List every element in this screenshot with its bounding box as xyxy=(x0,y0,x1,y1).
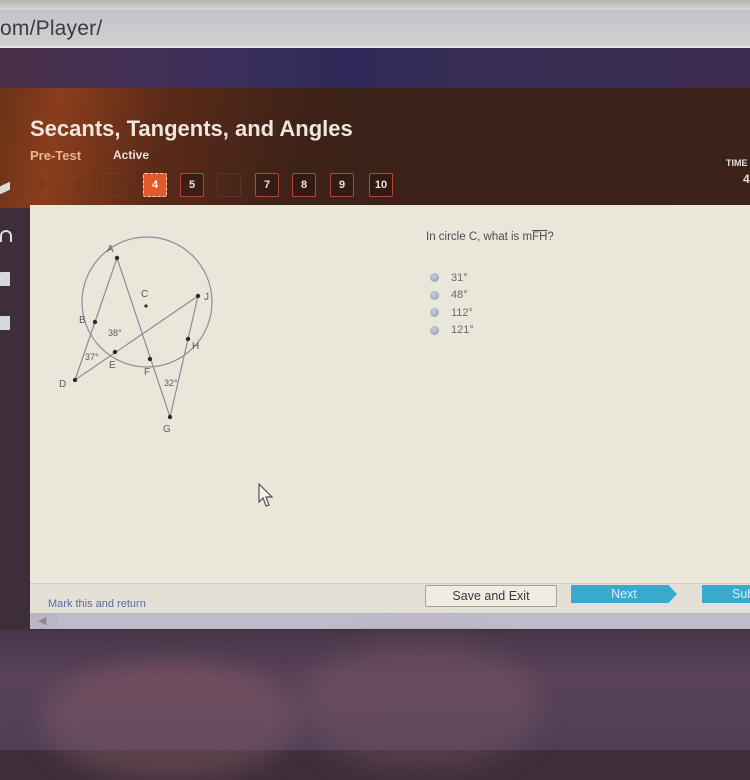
label-c: C xyxy=(141,289,148,300)
label-d: D xyxy=(59,379,66,390)
question-nav-3: 3 xyxy=(103,173,127,197)
angle-label-38: 38° xyxy=(108,328,122,338)
question-nav-10[interactable]: 10 xyxy=(369,173,393,197)
question-nav-7[interactable]: 7 xyxy=(255,173,279,197)
point-c xyxy=(144,304,148,308)
point-h xyxy=(185,336,191,342)
label-e: E xyxy=(109,360,116,371)
question-nav-8[interactable]: 8 xyxy=(292,173,316,197)
headphones-icon[interactable] xyxy=(0,230,12,242)
segment-a-g xyxy=(116,257,171,418)
save-and-exit-button[interactable]: Save and Exit xyxy=(425,585,557,607)
browser-toolbar-band xyxy=(0,48,750,90)
question-nav-2: 2 xyxy=(66,173,90,197)
option-label: 112° xyxy=(451,306,473,319)
option-label: 48° xyxy=(451,289,468,302)
question-prefix: In circle C, what is m xyxy=(426,231,533,243)
question-suffix: ? xyxy=(547,231,554,243)
label-h: H xyxy=(192,341,199,352)
question-nav-1: 1 xyxy=(30,173,54,197)
angle-label-32: 32° xyxy=(164,378,178,388)
option-label: 31° xyxy=(451,271,468,284)
next-button[interactable]: Next xyxy=(571,585,677,603)
browser-top-strip xyxy=(0,0,750,10)
scroll-left-arrow-icon[interactable]: ◀ xyxy=(38,614,46,627)
point-e xyxy=(112,349,118,355)
circle-diagram: A B C D E F G H J 38° 37° 32° xyxy=(59,236,213,435)
point-g xyxy=(167,414,173,420)
arc-label: FH xyxy=(532,231,548,243)
answer-option[interactable]: 48° xyxy=(430,287,474,305)
radio-button[interactable] xyxy=(430,273,439,283)
mark-and-return-link[interactable]: Mark this and return xyxy=(48,598,146,610)
question-nav-6: 6 xyxy=(217,173,241,197)
point-b xyxy=(92,319,98,325)
label-j: J xyxy=(204,292,209,303)
label-b: B xyxy=(79,315,86,326)
label-a: A xyxy=(107,244,114,255)
lesson-title: Secants, Tangents, and Angles xyxy=(30,116,353,141)
angle-label-37: 37° xyxy=(85,352,99,362)
app-header: Secants, Tangents, and Angles Pre-Test A… xyxy=(0,88,750,208)
answer-option[interactable]: 121° xyxy=(430,322,474,340)
radio-button[interactable] xyxy=(430,325,439,335)
submit-button[interactable]: Submit xyxy=(702,585,750,603)
point-a xyxy=(114,255,120,261)
screen-glare xyxy=(40,660,300,780)
radio-button[interactable] xyxy=(430,308,439,318)
answer-options: 31° 48° 112° 121° xyxy=(430,269,474,339)
reference-sheet-icon[interactable] xyxy=(0,316,10,330)
point-d xyxy=(72,377,78,383)
radio-button[interactable] xyxy=(430,290,439,300)
timer-label: TIME xyxy=(726,158,748,168)
address-text[interactable]: om/Player/ xyxy=(0,17,102,41)
question-nav-9[interactable]: 9 xyxy=(330,173,354,197)
address-bar[interactable]: om/Player/ xyxy=(0,10,750,48)
question-panel: A B C D E F G H J 38° 37° 32° In circle … xyxy=(30,205,750,585)
label-f: F xyxy=(144,367,150,378)
option-label: 121° xyxy=(451,324,474,337)
calculator-icon[interactable] xyxy=(0,272,10,286)
horizontal-scrollbar[interactable]: ◀ xyxy=(30,613,750,629)
segment-j-g xyxy=(169,295,199,418)
answer-option[interactable]: 112° xyxy=(430,304,474,322)
answer-option[interactable]: 31° xyxy=(430,269,474,287)
lesson-type: Pre-Test xyxy=(30,148,82,163)
question-nav-4[interactable]: 4 xyxy=(143,173,167,197)
question-text: In circle C, what is mFH? xyxy=(426,231,554,243)
mouse-pointer-icon xyxy=(258,483,274,507)
lesson-status: Active xyxy=(113,148,150,162)
point-f xyxy=(147,356,153,362)
screen-glare xyxy=(300,640,540,770)
question-nav-5[interactable]: 5 xyxy=(180,173,204,197)
scrollbar-thumb[interactable] xyxy=(58,614,750,628)
label-g: G xyxy=(163,424,171,435)
footer-bar: Mark this and return Save and Exit Next … xyxy=(30,583,750,616)
timer-value: 4 xyxy=(743,172,750,186)
point-j xyxy=(195,293,201,299)
